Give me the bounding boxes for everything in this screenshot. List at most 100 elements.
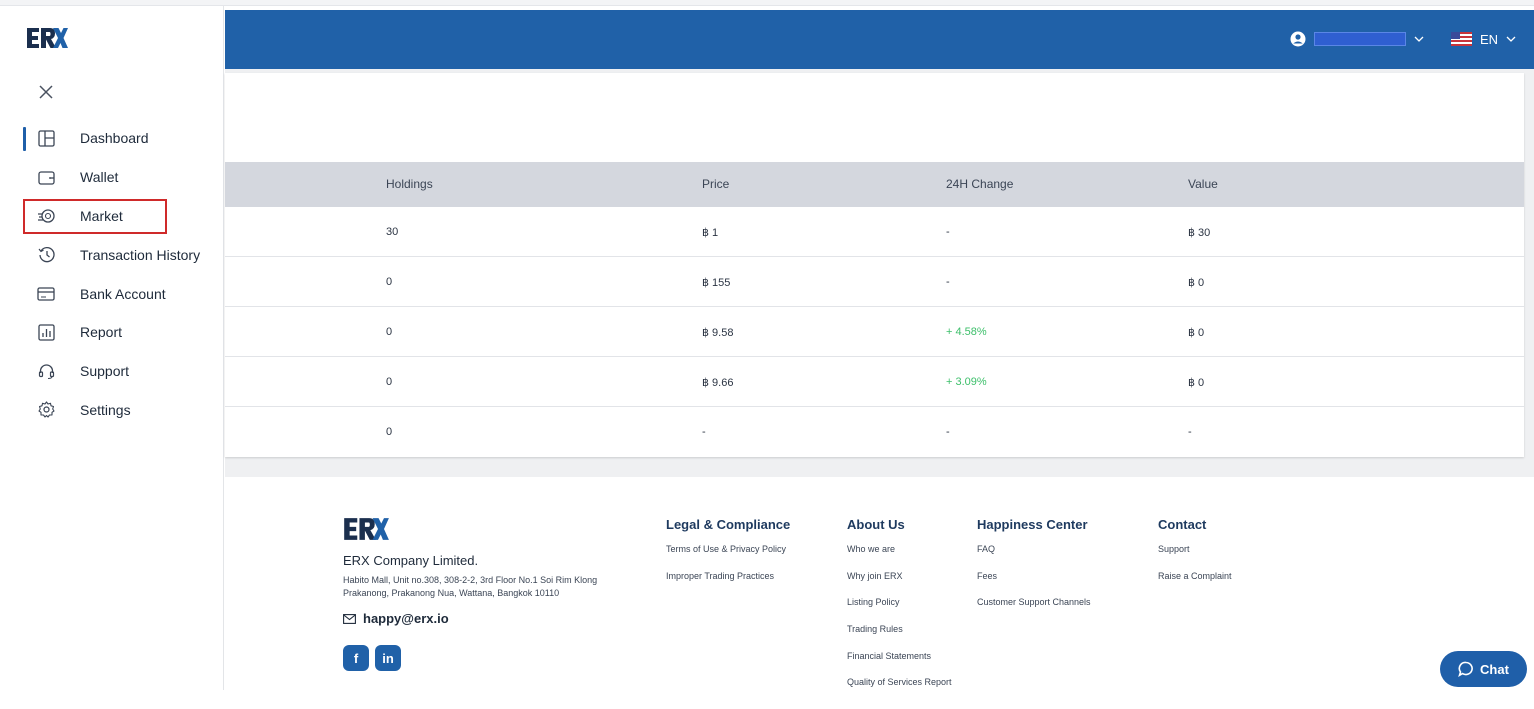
- table-header: Holdings Price 24H Change Value: [225, 162, 1524, 207]
- footer-link[interactable]: Terms of Use & Privacy Policy: [666, 544, 790, 571]
- footer-link[interactable]: Financial Statements: [847, 651, 952, 678]
- cell-holdings: 0: [386, 426, 393, 438]
- sidebar-item-wallet[interactable]: Wallet: [0, 158, 224, 197]
- cell-price: ฿ 155: [702, 277, 731, 289]
- erx-logo-icon: [27, 28, 68, 48]
- linkedin-icon[interactable]: in: [375, 645, 401, 671]
- cell-change: -: [946, 426, 950, 438]
- sidebar-item-label: Support: [80, 363, 130, 380]
- site-footer: ERX Company Limited. Habito Mall, Unit n…: [225, 477, 1534, 709]
- contact-email-link[interactable]: happy@erx.io: [343, 611, 449, 626]
- chevron-down-icon: [1506, 36, 1516, 42]
- sidebar-item-label: Settings: [80, 401, 131, 418]
- table-row[interactable]: 0 - - -: [225, 407, 1524, 457]
- footer-col-title: Contact: [1158, 517, 1207, 532]
- report-chart-icon: [36, 322, 56, 342]
- sidebar: Dashboard Wallet Market Transaction Hist…: [0, 6, 224, 690]
- cell-change: + 4.58%: [946, 326, 987, 338]
- language-label: EN: [1480, 31, 1499, 47]
- dashboard-icon: [36, 128, 56, 148]
- footer-link[interactable]: Trading Rules: [847, 624, 952, 651]
- footer-col-title: Legal & Compliance: [666, 517, 791, 532]
- user-circle-icon: [1290, 31, 1306, 47]
- sidebar-item-label: Dashboard: [80, 130, 149, 147]
- cell-holdings: 30: [386, 226, 399, 238]
- footer-col-about: About Us Who we are Why join ERX Listing…: [847, 517, 952, 704]
- cell-value: ฿ 30: [1188, 227, 1211, 239]
- company-name: ERX Company Limited.: [343, 553, 479, 568]
- column-header-holdings: Holdings: [386, 177, 433, 191]
- email-text: happy@erx.io: [363, 611, 449, 626]
- language-selector[interactable]: EN: [1451, 26, 1516, 52]
- column-header-24h-change: 24H Change: [946, 177, 1014, 191]
- cell-value: ฿ 0: [1188, 377, 1205, 389]
- footer-link[interactable]: Raise a Complaint: [1158, 571, 1232, 598]
- footer-link[interactable]: Support: [1158, 544, 1232, 571]
- cell-price: ฿ 1: [702, 227, 719, 239]
- column-header-value: Value: [1188, 177, 1218, 191]
- footer-link[interactable]: Why join ERX: [847, 571, 952, 598]
- envelope-icon: [343, 613, 356, 624]
- company-address: Habito Mall, Unit no.308, 308-2-2, 3rd F…: [343, 575, 598, 598]
- cell-value: ฿ 0: [1188, 327, 1205, 339]
- cell-holdings: 0: [386, 326, 393, 338]
- table-row[interactable]: 0 ฿ 9.66 + 3.09% ฿ 0: [225, 357, 1524, 407]
- erx-logo-icon: [344, 518, 389, 540]
- sidebar-item-market[interactable]: Market: [0, 197, 224, 236]
- footer-link[interactable]: Customer Support Channels: [977, 597, 1091, 624]
- main-content: Holdings Price 24H Change Value 30 ฿ 1 -…: [225, 69, 1534, 477]
- user-menu-dropdown[interactable]: [1290, 26, 1424, 52]
- cell-price: -: [702, 426, 706, 438]
- footer-link[interactable]: Fees: [977, 571, 1091, 598]
- headset-icon: [36, 361, 56, 381]
- footer-link[interactable]: FAQ: [977, 544, 1091, 571]
- cell-holdings: 0: [386, 376, 393, 388]
- erx-logo[interactable]: [26, 26, 68, 50]
- sidebar-item-label: Transaction History: [80, 246, 201, 263]
- chat-bubble-icon: [1458, 661, 1473, 677]
- history-icon: [36, 245, 56, 265]
- sidebar-item-support[interactable]: Support: [0, 352, 224, 391]
- footer-link[interactable]: Who we are: [847, 544, 952, 571]
- cell-value: -: [1188, 426, 1192, 438]
- sidebar-item-label: Market: [80, 207, 123, 224]
- sidebar-item-label: Wallet: [80, 169, 119, 186]
- user-name-redacted: [1314, 32, 1406, 46]
- footer-col-title: About Us: [847, 517, 905, 532]
- cell-change: -: [946, 226, 950, 238]
- top-strip: [0, 0, 1534, 6]
- table-row[interactable]: 0 ฿ 155 - ฿ 0: [225, 257, 1524, 307]
- sidebar-item-transaction-history[interactable]: Transaction History: [0, 235, 224, 274]
- cell-change: -: [946, 276, 950, 288]
- cell-change: + 3.09%: [946, 376, 987, 388]
- footer-col-contact: Contact Support Raise a Complaint: [1158, 517, 1232, 597]
- table-row[interactable]: 0 ฿ 9.58 + 4.58% ฿ 0: [225, 307, 1524, 357]
- footer-link[interactable]: Listing Policy: [847, 597, 952, 624]
- table-row[interactable]: 30 ฿ 1 - ฿ 30: [225, 207, 1524, 257]
- bank-card-icon: [36, 284, 56, 304]
- cell-value: ฿ 0: [1188, 277, 1205, 289]
- market-icon: [36, 206, 56, 226]
- top-header: EN: [225, 10, 1534, 69]
- sidebar-nav: Dashboard Wallet Market Transaction Hist…: [0, 119, 224, 429]
- column-header-price: Price: [702, 177, 730, 191]
- sidebar-item-label: Bank Account: [80, 285, 166, 302]
- sidebar-item-settings[interactable]: Settings: [0, 391, 224, 430]
- sidebar-item-report[interactable]: Report: [0, 313, 224, 352]
- close-sidebar-button[interactable]: [36, 82, 56, 102]
- footer-erx-logo[interactable]: [343, 517, 389, 546]
- close-icon: [39, 85, 53, 99]
- footer-link[interactable]: Quality of Services Report: [847, 677, 952, 704]
- chat-label: Chat: [1480, 661, 1509, 677]
- sidebar-item-dashboard[interactable]: Dashboard: [0, 119, 224, 158]
- sidebar-item-bank-account[interactable]: Bank Account: [0, 274, 224, 313]
- footer-link[interactable]: Improper Trading Practices: [666, 571, 790, 598]
- holdings-panel: Holdings Price 24H Change Value 30 ฿ 1 -…: [225, 73, 1524, 457]
- gear-icon: [36, 400, 56, 420]
- footer-col-legal: Legal & Compliance Terms of Use & Privac…: [666, 517, 790, 597]
- facebook-icon[interactable]: f: [343, 645, 369, 671]
- chat-button[interactable]: Chat: [1440, 651, 1527, 687]
- cell-holdings: 0: [386, 276, 393, 288]
- wallet-icon: [36, 167, 56, 187]
- us-flag-icon: [1451, 32, 1472, 46]
